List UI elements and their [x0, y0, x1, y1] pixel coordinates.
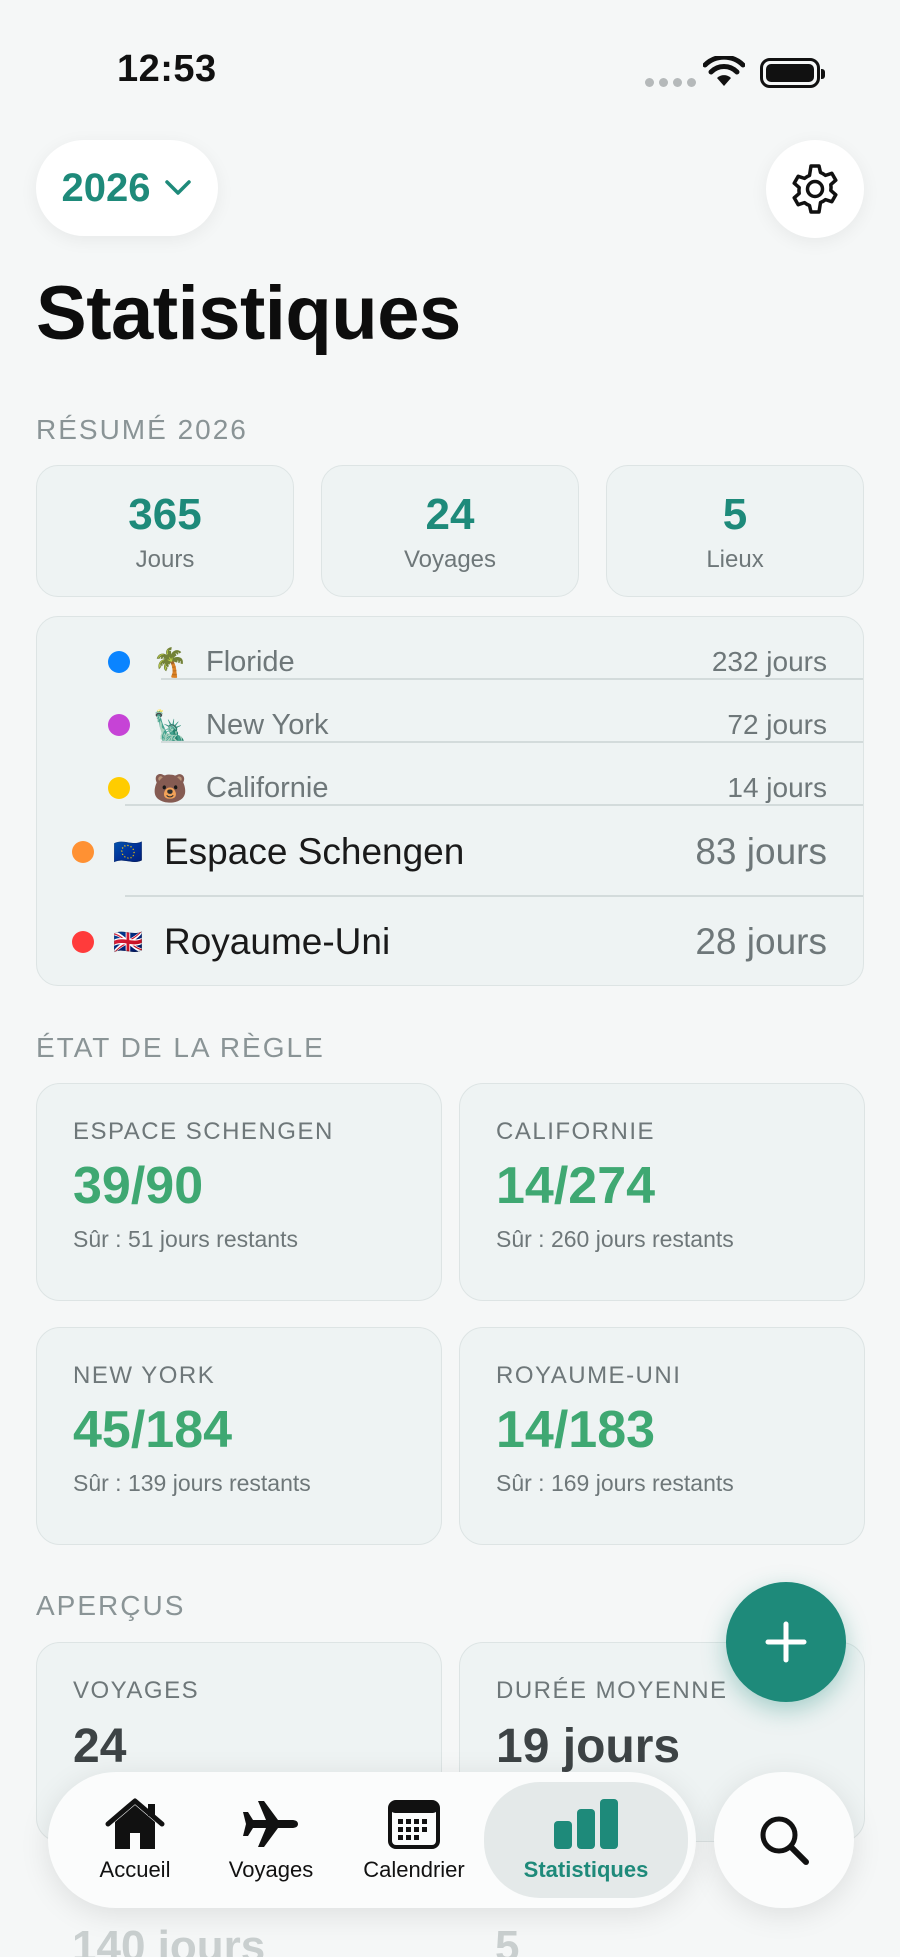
rule-subtitle: Sûr : 260 jours restants	[496, 1226, 734, 1252]
place-row-uk[interactable]: 🇬🇧 Royaume-Uni 28 jours	[37, 899, 863, 985]
place-color-dot	[72, 931, 94, 953]
divider	[125, 804, 863, 806]
rule-card-california[interactable]: CALIFORNIE 14/274 Sûr : 260 jours restan…	[459, 1083, 865, 1301]
rule-title: NEW YORK	[73, 1362, 216, 1389]
place-days: 72 jours	[727, 709, 827, 740]
insight-peek-value: 140 jours	[72, 1922, 266, 1957]
settings-button[interactable]	[766, 140, 864, 238]
divider	[161, 678, 863, 680]
chart-bar-icon	[554, 1799, 618, 1849]
plus-icon	[765, 1621, 807, 1663]
search-icon	[760, 1816, 809, 1865]
place-days: 83 jours	[695, 831, 827, 872]
palm-tree-icon: 🌴	[152, 645, 188, 679]
summary-trips-label: Voyages	[403, 546, 497, 573]
tab-home[interactable]: Accueil	[70, 1772, 200, 1908]
tab-trips[interactable]: Voyages	[206, 1772, 336, 1908]
summary-card-places: 5 Lieux	[606, 465, 864, 597]
summary-trips-value: 24	[425, 490, 475, 539]
place-color-dot	[108, 777, 130, 799]
summary-days-value: 365	[128, 490, 202, 539]
summary-card-trips: 24 Voyages	[321, 465, 579, 597]
bear-icon: 🐻	[152, 771, 188, 805]
battery-icon	[760, 58, 825, 88]
divider	[125, 895, 863, 897]
place-color-dot	[108, 651, 130, 673]
rule-value: 14/183	[496, 1401, 656, 1459]
place-name: Espace Schengen	[164, 831, 465, 872]
add-trip-button[interactable]	[726, 1582, 846, 1702]
insight-title: VOYAGES	[73, 1677, 200, 1704]
place-days: 232 jours	[711, 646, 827, 677]
search-button[interactable]	[714, 1772, 854, 1908]
place-name: Royaume-Uni	[164, 921, 391, 962]
rule-title: ROYAUME-UNI	[496, 1362, 682, 1389]
place-color-dot	[108, 714, 130, 736]
summary-places-value: 5	[722, 490, 748, 539]
insight-value: 19 jours	[496, 1720, 681, 1773]
place-row-new-york[interactable]: 🗽 New York 72 jours	[37, 694, 863, 756]
tab-bar: Accueil Voyages Calendrier Statistiques	[48, 1772, 696, 1908]
tab-label: Calendrier	[363, 1857, 465, 1882]
year-selector-button[interactable]: 2026	[36, 140, 218, 236]
tab-label: Accueil	[99, 1857, 171, 1882]
rule-subtitle: Sûr : 51 jours restants	[73, 1226, 298, 1252]
rules-section-label: ÉTAT DE LA RÈGLE	[36, 1032, 325, 1063]
tab-calendar[interactable]: Calendrier	[344, 1772, 484, 1908]
uk-flag-icon: 🇬🇧	[113, 928, 143, 956]
place-days: 14 jours	[727, 772, 827, 803]
rule-value: 39/90	[73, 1157, 204, 1215]
insight-peek-value: 5	[495, 1922, 520, 1957]
chevron-down-icon	[165, 180, 192, 195]
tab-label: Voyages	[228, 1857, 314, 1882]
rule-value: 14/274	[496, 1157, 656, 1215]
status-time: 12:53	[117, 48, 217, 90]
gear-icon	[792, 164, 838, 214]
tab-statistics[interactable]: Statistiques	[484, 1782, 688, 1898]
rule-title: ESPACE SCHENGEN	[73, 1118, 334, 1145]
house-icon	[105, 1798, 165, 1849]
place-name: Floride	[206, 645, 295, 678]
insight-value: 24	[73, 1720, 127, 1773]
place-name: Californie	[206, 771, 329, 804]
page-title: Statistiques	[36, 271, 461, 356]
statue-of-liberty-icon: 🗽	[152, 708, 188, 742]
rule-card-schengen[interactable]: ESPACE SCHENGEN 39/90 Sûr : 51 jours res…	[36, 1083, 442, 1301]
summary-card-days: 365 Jours	[36, 465, 294, 597]
cellular-signal-icon	[645, 78, 696, 87]
divider	[161, 741, 863, 743]
places-list: 🌴 Floride 232 jours 🗽 New York 72 jours …	[36, 616, 864, 986]
rule-title: CALIFORNIE	[496, 1118, 656, 1145]
place-row-schengen[interactable]: 🇪🇺 Espace Schengen 83 jours	[37, 809, 863, 895]
calendar-icon	[388, 1800, 440, 1849]
place-name: New York	[206, 708, 329, 741]
place-days: 28 jours	[695, 921, 827, 962]
rule-subtitle: Sûr : 139 jours restants	[73, 1470, 311, 1496]
insights-section-label: APERÇUS	[36, 1590, 186, 1621]
wifi-icon	[703, 56, 745, 86]
summary-section-label: RÉSUMÉ 2026	[36, 414, 248, 445]
tab-label: Statistiques	[523, 1857, 649, 1882]
rule-subtitle: Sûr : 169 jours restants	[496, 1470, 734, 1496]
summary-places-label: Lieux	[706, 546, 764, 573]
airplane-icon	[243, 1801, 298, 1847]
rule-card-new-york[interactable]: NEW YORK 45/184 Sûr : 139 jours restants	[36, 1327, 442, 1545]
year-label: 2026	[61, 165, 151, 210]
rule-card-uk[interactable]: ROYAUME-UNI 14/183 Sûr : 169 jours resta…	[459, 1327, 865, 1545]
eu-flag-icon: 🇪🇺	[113, 838, 143, 866]
place-color-dot	[72, 841, 94, 863]
summary-days-label: Jours	[135, 546, 195, 573]
rule-value: 45/184	[73, 1401, 233, 1459]
place-row-florida[interactable]: 🌴 Floride 232 jours	[37, 631, 863, 693]
